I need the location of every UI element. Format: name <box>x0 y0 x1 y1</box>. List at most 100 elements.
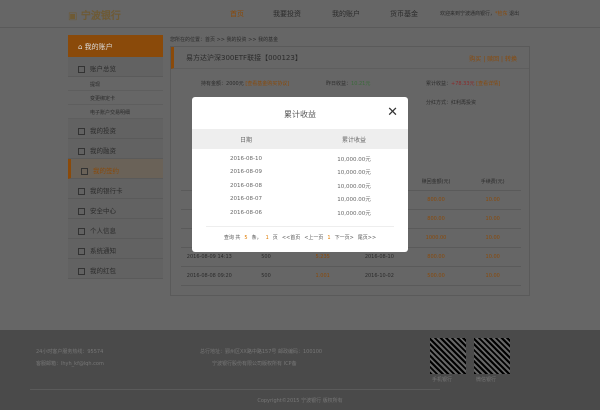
buy-link[interactable]: 购买 <box>469 56 481 63</box>
agreement-link[interactable]: [查看基金购买协议] <box>245 81 289 87</box>
hotline: 24小时客户服务热线：95574 <box>36 349 104 355</box>
sidebar-item-label: 我的签约 <box>93 167 119 175</box>
breadcrumb: 您所在的位置：首页 >> 我的投资 >> 我的基金 <box>170 37 279 43</box>
detail-link[interactable]: [查看详情] <box>476 81 500 87</box>
nav-fund[interactable]: 货币基金 <box>390 9 418 19</box>
sidebar-item-label: 我的红包 <box>90 267 116 275</box>
next-page-link[interactable]: 下一页> <box>335 235 354 241</box>
sidebar-item[interactable]: 我的银行卡 <box>68 179 163 199</box>
user-link[interactable]: *检东 <box>495 11 508 17</box>
qr-code <box>474 338 510 374</box>
date-cell: 2016-08-09 <box>230 169 262 176</box>
fund-actions: 购买 | 赎回 | 转换 <box>469 56 517 63</box>
menu-icon <box>78 207 85 215</box>
close-icon[interactable]: ✕ <box>387 105 398 120</box>
footer: 24小时客户服务热线：95574 客服邮箱：lhyh_kf@lqh.com 总行… <box>0 330 600 410</box>
sidebar-item-overview[interactable]: 账户总览 <box>68 57 163 77</box>
modal-row: 2016-08-08 10,000.00元 <box>192 179 408 193</box>
nav-invest[interactable]: 我要投资 <box>273 9 301 19</box>
income-cell: 10,000.00元 <box>337 183 371 190</box>
col-date: 日期 <box>239 136 252 144</box>
sidebar-item-label: 我的融资 <box>90 147 116 155</box>
col-amount: 赎回金额(元) <box>421 178 451 185</box>
table-cell: 500 <box>261 254 271 260</box>
label: 累计收益： <box>426 81 452 87</box>
qr-label: 手机银行 <box>432 377 453 383</box>
date-cell: 2016-08-08 <box>230 182 262 189</box>
copyright: Copyright©2015 宁波银行 版权所有 <box>257 398 343 404</box>
sidebar-item-label: 我的投资 <box>90 127 116 135</box>
sidebar-item[interactable]: 系统通知 <box>68 239 163 259</box>
menu-icon <box>78 227 85 235</box>
fund-code: 【000123】 <box>261 54 302 62</box>
last-page-link[interactable]: 尾页>> <box>358 235 376 241</box>
table-cell: 10.00 <box>485 254 500 260</box>
prev-page-link[interactable]: <上一页 <box>304 235 323 241</box>
current-page[interactable]: 1 <box>327 235 330 241</box>
table-cell: 800.00 <box>427 254 445 260</box>
logout-link[interactable]: 退出 <box>509 11 519 17</box>
sidebar-item[interactable]: 我的投资 <box>68 119 163 139</box>
sidebar-item-label: 我的银行卡 <box>90 187 123 195</box>
hold-value: 2000元 <box>226 81 244 87</box>
modal-row: 2016-08-10 10,000.00元 <box>192 152 408 166</box>
nav-home[interactable]: 首页 <box>230 9 244 19</box>
email: 客服邮箱：lhyh_kf@lqh.com <box>36 361 104 367</box>
sidebar-top-label: 我的账户 <box>84 43 113 51</box>
menu-icon <box>78 147 85 155</box>
table-cell: 800.00 <box>427 197 445 203</box>
yesterday-info: 昨日收益：10.21元 <box>326 80 370 87</box>
fund-title: 易方达沪深300ETF联接【000123】 购买 | 赎回 | 转换 <box>171 47 529 69</box>
welcome-text: 欢迎来到宁波通商银行， <box>440 11 496 17</box>
sidebar-sub-withdraw[interactable]: 提现 <box>68 77 163 91</box>
modal-title: 累计收益 <box>284 110 316 119</box>
pagination: 查询 共 5 条， 1 页 <<首页 <上一页 1 下一页> 尾页>> <box>192 234 408 241</box>
sidebar-item[interactable]: 安全中心 <box>68 199 163 219</box>
table-cell: 10.00 <box>485 216 500 222</box>
sidebar-my-account[interactable]: ⌂ 我的账户 <box>68 35 163 57</box>
table-cell: 2016-08-10 <box>364 254 394 260</box>
menu-icon <box>81 167 88 175</box>
modal-table-header: 日期 累计收益 <box>192 129 408 149</box>
nav-account[interactable]: 我的账户 <box>332 9 360 19</box>
qr-code <box>430 338 466 374</box>
first-page-link[interactable]: <<首页 <box>282 235 300 241</box>
convert-link[interactable]: 转换 <box>505 56 517 63</box>
table-cell: 5.235 <box>315 254 330 260</box>
divider <box>30 389 440 390</box>
redeem-link[interactable]: 赎回 <box>487 56 499 63</box>
menu-icon <box>78 127 85 135</box>
modal-row: 2016-08-09 10,000.00元 <box>192 166 408 180</box>
sidebar-item[interactable]: 个人信息 <box>68 219 163 239</box>
pager-unit: 条， <box>251 234 262 241</box>
welcome: 欢迎来到宁波通商银行，*检东 退出 <box>440 10 519 17</box>
sidebar-item[interactable]: 我的融资 <box>68 139 163 159</box>
logo[interactable]: ▣ 宁波银行 <box>68 7 168 22</box>
date-cell: 2016-08-06 <box>230 209 262 216</box>
table-cell: 10.00 <box>485 273 500 279</box>
table-cell: 2016-08-08 09:20 <box>186 273 232 279</box>
table-cell: 1.001 <box>315 273 330 279</box>
qr-label: 微信银行 <box>476 377 497 383</box>
income-cell: 10,000.00元 <box>337 210 371 217</box>
col-income: 累计收益 <box>341 136 366 144</box>
modal-row: 2016-08-07 10,000.00元 <box>192 193 408 207</box>
date-cell: 2016-08-07 <box>230 196 262 203</box>
sidebar-item[interactable]: 我的签约 <box>68 159 163 179</box>
income-cell: 10,000.00元 <box>337 197 371 204</box>
label: 账户总览 <box>90 65 116 73</box>
sidebar: ⌂ 我的账户 账户总览 提现 变更绑定卡 电子账户交易明细 我的投资 我的融资 我的… <box>68 35 163 279</box>
total-info: 累计收益：+78.33元 [查看详情] <box>426 80 500 87</box>
date-cell: 2016-08-10 <box>230 155 262 162</box>
sidebar-sub-change-card[interactable]: 变更绑定卡 <box>68 91 163 105</box>
sidebar-sub-transactions[interactable]: 电子账户交易明细 <box>68 105 163 119</box>
user-icon <box>78 65 85 73</box>
fund-name: 易方达沪深300ETF联接 <box>186 54 262 62</box>
sidebar-item[interactable]: 我的红包 <box>68 259 163 279</box>
total-value: +78.33元 <box>451 81 475 87</box>
address: 总行地址：鄞州区XX路中路157号 邮政编码：100100 <box>200 349 323 355</box>
table-cell: 500 <box>261 273 271 279</box>
cumulative-income-modal: 累计收益 ✕ 日期 累计收益 2016-08-10 10,000.00元 2016-0… <box>192 97 408 252</box>
label: 昨日收益： <box>326 81 352 87</box>
table-row: 2016-08-08 09:20 500 1.001 2016-10-02 500.00… <box>181 267 521 286</box>
